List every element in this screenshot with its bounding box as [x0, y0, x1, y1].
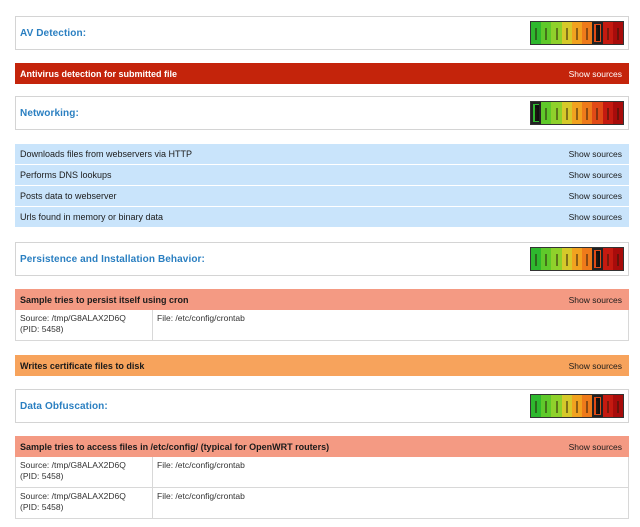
meter-segment — [531, 248, 542, 270]
meter-segment — [612, 102, 623, 124]
meter-segment — [582, 395, 593, 417]
meter-segment — [571, 395, 583, 417]
source-path: Source: /tmp/G8ALAX2D6Q — [20, 491, 126, 501]
show-sources-link[interactable]: Show sources — [569, 191, 622, 201]
meter-segment — [592, 395, 603, 417]
source-detail-row: Source: /tmp/G8ALAX2D6Q (PID: 5458) File… — [15, 310, 629, 341]
meter-segment — [582, 22, 593, 44]
show-sources-link[interactable]: Show sources — [569, 69, 622, 79]
signature-row: Performs DNS lookups Show sources — [15, 165, 629, 186]
meter-segment — [571, 22, 583, 44]
meter-segment — [561, 248, 572, 270]
signature-row: Sample tries to access files in /etc/con… — [15, 436, 629, 457]
source-pid: (PID: 5458) — [20, 471, 64, 481]
meter-segment — [592, 22, 603, 44]
file-cell: File: /etc/config/crontab — [157, 460, 245, 470]
severity-meter — [530, 247, 624, 271]
section-title: Data Obfuscation: — [20, 400, 108, 412]
show-sources-link[interactable]: Show sources — [569, 170, 622, 180]
source-path: Source: /tmp/G8ALAX2D6Q — [20, 313, 126, 323]
signature-label: Downloads files from webservers via HTTP — [20, 149, 193, 159]
meter-segment — [602, 22, 613, 44]
signature-label: Urls found in memory or binary data — [20, 212, 164, 222]
meter-segment — [541, 102, 552, 124]
signature-label: Sample tries to access files in /etc/con… — [20, 441, 330, 452]
meter-segment — [541, 22, 552, 44]
signature-row: Posts data to webserver Show sources — [15, 186, 629, 207]
signature-row: Antivirus detection for submitted file S… — [15, 63, 629, 84]
signature-row: Downloads files from webservers via HTTP… — [15, 144, 629, 165]
meter-segment — [561, 102, 572, 124]
section-title: Persistence and Installation Behavior: — [20, 253, 205, 265]
source-detail-row: Source: /tmp/G8ALAX2D6Q (PID: 5458) File… — [15, 488, 629, 519]
meter-segment — [602, 248, 613, 270]
section-av-detection: AV Detection: — [15, 16, 629, 50]
meter-segment — [592, 248, 603, 270]
signature-label: Antivirus detection for submitted file — [20, 68, 178, 79]
signature-label: Sample tries to persist itself using cro… — [20, 294, 189, 305]
source-pid: (PID: 5458) — [20, 502, 64, 512]
meter-segment — [592, 102, 603, 124]
meter-segment — [602, 102, 613, 124]
meter-segment — [612, 395, 623, 417]
meter-segment — [551, 395, 562, 417]
meter-segment — [571, 248, 583, 270]
meter-segment — [561, 22, 572, 44]
meter-segment — [541, 395, 552, 417]
signature-row: Writes certificate files to disk Show so… — [15, 355, 629, 376]
meter-segment — [531, 102, 542, 124]
meter-segment — [612, 22, 623, 44]
meter-segment — [561, 395, 572, 417]
severity-meter — [530, 21, 624, 45]
show-sources-link[interactable]: Show sources — [569, 361, 622, 371]
meter-segment — [551, 248, 562, 270]
meter-segment — [582, 102, 593, 124]
source-cell: Source: /tmp/G8ALAX2D6Q (PID: 5458) — [16, 310, 153, 340]
meter-segment — [582, 248, 593, 270]
meter-segment — [612, 248, 623, 270]
show-sources-link[interactable]: Show sources — [569, 295, 622, 305]
meter-segment — [541, 248, 552, 270]
section-networking: Networking: — [15, 96, 629, 130]
source-detail-row: Source: /tmp/G8ALAX2D6Q (PID: 5458) File… — [15, 457, 629, 488]
section-persistence: Persistence and Installation Behavior: — [15, 242, 629, 276]
meter-segment — [531, 22, 542, 44]
meter-segment — [551, 22, 562, 44]
signature-label: Performs DNS lookups — [20, 170, 112, 180]
meter-segment — [571, 102, 583, 124]
severity-meter — [530, 394, 624, 418]
source-cell: Source: /tmp/G8ALAX2D6Q (PID: 5458) — [16, 457, 153, 487]
signature-row: Sample tries to persist itself using cro… — [15, 289, 629, 310]
meter-segment — [602, 395, 613, 417]
section-title: Networking: — [20, 107, 79, 119]
signature-label: Writes certificate files to disk — [20, 360, 145, 371]
show-sources-link[interactable]: Show sources — [569, 442, 622, 452]
file-cell: File: /etc/config/crontab — [157, 491, 245, 501]
severity-meter — [530, 101, 624, 125]
meter-segment — [551, 102, 562, 124]
file-cell: File: /etc/config/crontab — [157, 313, 245, 323]
section-data-obfuscation: Data Obfuscation: — [15, 389, 629, 423]
section-title: AV Detection: — [20, 27, 87, 39]
source-cell: Source: /tmp/G8ALAX2D6Q (PID: 5458) — [16, 488, 153, 518]
source-pid: (PID: 5458) — [20, 324, 64, 334]
source-path: Source: /tmp/G8ALAX2D6Q — [20, 460, 126, 470]
show-sources-link[interactable]: Show sources — [569, 149, 622, 159]
meter-segment — [531, 395, 542, 417]
signature-row: Urls found in memory or binary data Show… — [15, 207, 629, 228]
signature-label: Posts data to webserver — [20, 191, 117, 201]
show-sources-link[interactable]: Show sources — [569, 212, 622, 222]
